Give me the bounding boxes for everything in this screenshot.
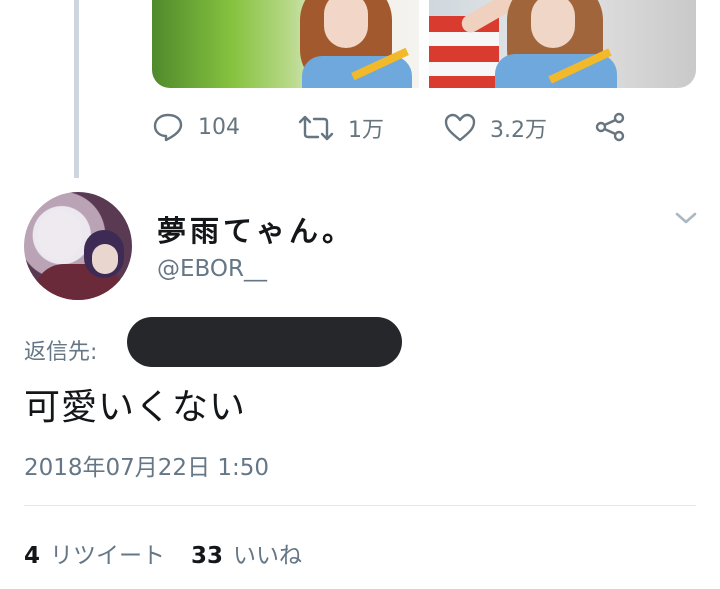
- share-button[interactable]: [594, 112, 626, 142]
- like-count: 3.2万: [490, 118, 547, 143]
- chevron-down-icon[interactable]: [674, 210, 698, 230]
- like-stat-count[interactable]: 33: [191, 543, 223, 569]
- tweet-stats: 4 リツイート 33 いいね: [24, 536, 302, 570]
- retweet-stat-label[interactable]: リツイート: [50, 536, 165, 570]
- retweet-button[interactable]: 1万: [298, 112, 384, 144]
- reply-to-label: 返信先:: [24, 340, 98, 365]
- retweet-icon: [298, 114, 334, 142]
- thread-line: [74, 0, 79, 178]
- retweet-count: 1万: [348, 118, 384, 143]
- tweet-image-1[interactable]: [152, 0, 419, 88]
- share-icon: [594, 112, 626, 142]
- redaction-bar: [127, 317, 402, 367]
- reply-button[interactable]: 104: [152, 112, 240, 142]
- reply-icon: [152, 112, 184, 142]
- like-button[interactable]: 3.2万: [444, 112, 547, 144]
- heart-icon: [444, 113, 476, 143]
- divider: [24, 505, 696, 506]
- user-handle[interactable]: @EBOR__: [157, 256, 267, 282]
- timestamp[interactable]: 2018年07月22日 1:50: [24, 448, 269, 482]
- tweet-text: 可愛いくない: [24, 387, 247, 428]
- display-name[interactable]: 夢雨てゃん。: [157, 208, 355, 250]
- reply-count: 104: [198, 114, 240, 140]
- retweet-stat-count[interactable]: 4: [24, 543, 40, 569]
- tweet-actions: 104 1万 3.2万: [152, 112, 652, 146]
- avatar[interactable]: [24, 192, 132, 300]
- tweet-image-2[interactable]: [429, 0, 696, 88]
- like-stat-label[interactable]: いいね: [233, 536, 302, 570]
